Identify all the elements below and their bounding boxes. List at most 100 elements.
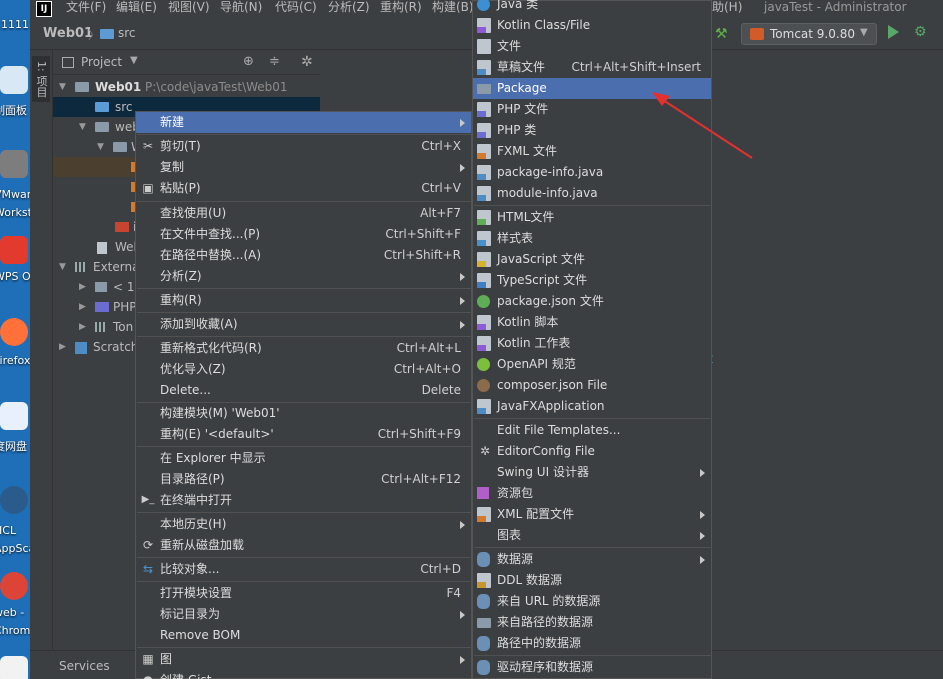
context-menu-open-in-terminal[interactable]: ▶_ 在终端中打开: [136, 490, 471, 511]
new-fxml-file[interactable]: FXML 文件: [473, 141, 711, 162]
run-configuration-label: Tomcat 9.0.80: [770, 27, 855, 41]
context-menu-delete[interactable]: Delete... Delete: [136, 380, 471, 401]
new-data-source-from-path[interactable]: 来自路径的数据源: [473, 612, 711, 633]
new-javascript-file[interactable]: JavaScript 文件: [473, 249, 711, 270]
new-data-source-in-path[interactable]: 路径中的数据源: [473, 633, 711, 654]
jsp-file-icon: [115, 222, 129, 232]
context-menu-add-to-favorites[interactable]: 添加到收藏(A): [136, 314, 471, 335]
context-menu-replace-in-path[interactable]: 在路径中替换...(A) Ctrl+Shift+R: [136, 245, 471, 266]
context-menu-find-in-files[interactable]: 在文件中查找...(P) Ctrl+Shift+F: [136, 224, 471, 245]
context-menu-compare-with[interactable]: ⇆ 比较对象... Ctrl+D: [136, 559, 471, 580]
chevron-down-icon: ▼: [79, 122, 86, 132]
breadcrumb-folder[interactable]: src: [118, 26, 136, 40]
new-editorconfig-file[interactable]: ✲ EditorConfig File: [473, 441, 711, 462]
new-php-class[interactable]: PHP 类: [473, 120, 711, 141]
context-menu-rebuild[interactable]: 重构(E) '<default>' Ctrl+Shift+F9: [136, 424, 471, 445]
context-menu-copy[interactable]: 复制: [136, 157, 471, 178]
window-title: javaTest - Administrator: [764, 0, 907, 14]
wps-icon: [0, 236, 28, 264]
new-resource-bundle[interactable]: 资源包: [473, 483, 711, 504]
context-menu-reformat-code[interactable]: 重新格式化代码(R) Ctrl+Alt+L: [136, 338, 471, 359]
menu-navigate[interactable]: 导航(N): [220, 0, 262, 15]
menu-view[interactable]: 视图(V): [168, 0, 210, 15]
menu-help[interactable]: 助(H): [712, 0, 742, 15]
database-icon: [477, 552, 490, 567]
context-menu-mark-directory-as[interactable]: 标记目录为: [136, 604, 471, 625]
new-data-source[interactable]: 数据源: [473, 549, 711, 570]
project-view-title[interactable]: Project: [81, 55, 122, 69]
context-menu-diagrams[interactable]: ▦ 图: [136, 649, 471, 670]
context-menu-open-module-settings[interactable]: 打开模块设置 F4: [136, 583, 471, 604]
menu-build[interactable]: 构建(B): [432, 0, 474, 15]
new-drivers-and-data-sources[interactable]: 驱动程序和数据源: [473, 657, 711, 678]
gear-icon[interactable]: ✲: [301, 54, 313, 70]
run-configuration-dropdown[interactable]: Tomcat 9.0.80 ▼: [741, 23, 877, 45]
new-kotlin-file[interactable]: Kotlin Class/File: [473, 15, 711, 36]
context-menu-reload-from-disk[interactable]: ⟳ 重新从磁盘加载: [136, 535, 471, 556]
context-menu-analyze[interactable]: 分析(Z): [136, 266, 471, 287]
new-swing-ui-designer[interactable]: Swing UI 设计器: [473, 462, 711, 483]
kotlin-file-icon: [477, 18, 491, 33]
chevron-down-icon: ▼: [860, 27, 868, 38]
openapi-icon: [477, 358, 490, 371]
context-menu-find-usages[interactable]: 查找使用(U) Alt+F7: [136, 203, 471, 224]
context-menu-optimize-imports[interactable]: 优化导入(Z) Ctrl+Alt+O: [136, 359, 471, 380]
locate-icon[interactable]: ⊕: [243, 54, 254, 69]
chevron-down-icon[interactable]: ▼: [130, 55, 138, 66]
new-module-info[interactable]: module-info.java: [473, 183, 711, 204]
context-menu-create-gist[interactable]: ● 创建 Gist...: [136, 670, 471, 679]
context-menu-remove-bom[interactable]: Remove BOM: [136, 625, 471, 646]
new-typescript-file[interactable]: TypeScript 文件: [473, 270, 711, 291]
new-java-class[interactable]: Java 类: [473, 0, 711, 15]
menu-edit[interactable]: 编辑(E): [116, 0, 157, 15]
new-scratch-file[interactable]: 草稿文件 Ctrl+Alt+Shift+Insert: [473, 57, 711, 78]
collapse-all-icon[interactable]: ≑: [269, 54, 280, 69]
new-composer-json[interactable]: composer.json File: [473, 375, 711, 396]
context-menu-new[interactable]: 新建: [136, 112, 471, 133]
java-file-icon: [477, 186, 491, 201]
new-kotlin-worksheet[interactable]: Kotlin 工作表: [473, 333, 711, 354]
context-menu-show-in-explorer[interactable]: 在 Explorer 中显示: [136, 448, 471, 469]
intellij-logo-icon: IJ: [36, 1, 52, 17]
new-package[interactable]: Package: [473, 78, 711, 99]
menu-refactor[interactable]: 重构(R): [380, 0, 422, 15]
context-menu-build-module[interactable]: 构建模块(M) 'Web01': [136, 403, 471, 424]
services-tab[interactable]: Services: [59, 659, 110, 673]
menu-code[interactable]: 代码(C): [275, 0, 317, 15]
source-folder-icon: [95, 102, 109, 112]
new-xml-config-file[interactable]: XML 配置文件: [473, 504, 711, 525]
context-menu-directory-path[interactable]: 目录路径(P) Ctrl+Alt+F12: [136, 469, 471, 490]
context-menu-refactor[interactable]: 重构(R): [136, 290, 471, 311]
run-icon[interactable]: [888, 25, 899, 39]
debug-icon[interactable]: ⚙: [914, 24, 930, 40]
new-openapi-spec[interactable]: OpenAPI 规范: [473, 354, 711, 375]
new-data-source-from-url[interactable]: 来自 URL 的数据源: [473, 591, 711, 612]
folder-open-icon: [477, 618, 491, 628]
menu-analyze[interactable]: 分析(Z): [328, 0, 370, 15]
new-package-info[interactable]: package-info.java: [473, 162, 711, 183]
breadcrumb-project[interactable]: Web01: [43, 26, 93, 41]
new-edit-file-templates[interactable]: Edit File Templates...: [473, 420, 711, 441]
menu-file[interactable]: 文件(F): [66, 0, 106, 15]
chevron-right-icon: ▶: [79, 322, 86, 332]
build-hammer-icon[interactable]: ⚒: [715, 27, 729, 41]
new-html-file[interactable]: HTML文件: [473, 207, 711, 228]
context-menu-local-history[interactable]: 本地历史(H): [136, 514, 471, 535]
new-stylesheet[interactable]: 样式表: [473, 228, 711, 249]
scratches-icon: [75, 342, 87, 354]
new-diagram[interactable]: 图表: [473, 525, 711, 546]
new-package-json[interactable]: package.json 文件: [473, 291, 711, 312]
new-ddl-data-source[interactable]: DDL 数据源: [473, 570, 711, 591]
project-tool-tab[interactable]: 1: 项目: [32, 56, 50, 102]
new-php-file[interactable]: PHP 文件: [473, 99, 711, 120]
new-file[interactable]: 文件: [473, 36, 711, 57]
kotlin-worksheet-icon: [477, 336, 491, 351]
context-menu-paste[interactable]: ▣ 粘贴(P) Ctrl+V: [136, 178, 471, 199]
php-file-icon: [477, 102, 491, 117]
clipboard-icon: ▣: [142, 181, 154, 195]
new-kotlin-script[interactable]: Kotlin 脚本: [473, 312, 711, 333]
new-javafx-application[interactable]: JavaFXApplication: [473, 396, 711, 417]
library-icon: [95, 322, 107, 332]
context-menu-cut[interactable]: ✂ 剪切(T) Ctrl+X: [136, 136, 471, 157]
tree-row-web01[interactable]: ▼ Web01 P:\code\javaTest\Web01: [53, 77, 320, 97]
